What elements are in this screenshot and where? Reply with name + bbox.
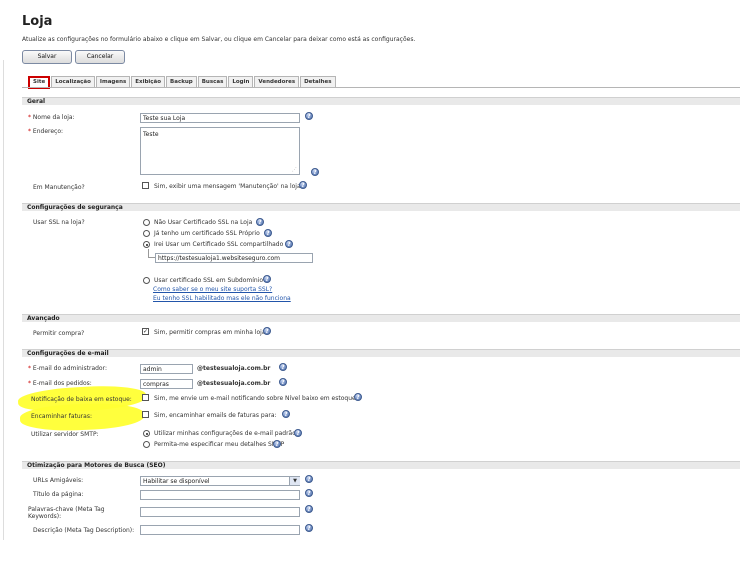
store-name-label: * Nome da loja: <box>28 114 75 121</box>
ssl-own-label: Já tenho um certificado SSL Próprio <box>154 230 260 237</box>
keywords-label: Palavras-chave (Meta Tag Keywords): <box>28 506 105 520</box>
address-textarea[interactable]: Teste <box>140 127 300 175</box>
ssl-own-radio[interactable] <box>143 230 150 237</box>
section-seo: Otimização para Motores de Busca (SEO) <box>22 461 740 469</box>
ssl-none-radio[interactable] <box>143 219 150 226</box>
orders-email-domain: @testesualoja.com.br <box>197 380 271 387</box>
description-label: Descrição (Meta Tag Description): <box>33 527 135 534</box>
help-icon[interactable]: ? <box>256 218 264 226</box>
tab-exibicao[interactable]: Exibição <box>131 76 166 87</box>
help-icon[interactable]: ? <box>263 275 271 283</box>
help-icon[interactable]: ? <box>305 475 313 483</box>
smtp-default-radio[interactable] <box>143 430 150 437</box>
page-left-border <box>3 60 4 540</box>
smtp-default-label: Utilizar minhas configurações de e-mail … <box>154 430 296 437</box>
description-input[interactable] <box>140 525 300 535</box>
smtp-custom-radio[interactable] <box>143 441 150 448</box>
section-security: Configurações de segurança <box>22 203 740 211</box>
page-title-input[interactable] <box>140 490 300 500</box>
maintenance-checkbox[interactable] <box>142 182 149 189</box>
ssl-shared-url-input[interactable]: https://testesualoja1.websiteseguro.com <box>155 253 313 263</box>
admin-email-label: * E-mail do administrador: <box>28 365 107 372</box>
ssl-subdomain-label: Usar certificado SSL em Subdomínio <box>154 277 264 284</box>
help-icon[interactable]: ? <box>263 327 271 335</box>
tab-detalhes[interactable]: Detalhes <box>300 76 336 87</box>
address-label: * Endereço: <box>28 128 64 135</box>
allow-purchase-checkbox[interactable]: ✓ <box>142 328 149 335</box>
help-icon[interactable]: ? <box>305 524 313 532</box>
ssl-subdomain-radio[interactable] <box>143 277 150 284</box>
help-icon[interactable]: ? <box>294 429 302 437</box>
ssl-shared-radio[interactable] <box>143 241 150 248</box>
section-advanced: Avançado <box>22 314 740 322</box>
help-icon[interactable]: ? <box>273 440 281 448</box>
ssl-check-link[interactable]: Como saber se o meu site suporta SSL? <box>153 286 272 293</box>
help-icon[interactable]: ? <box>305 112 313 120</box>
ssl-not-working-link[interactable]: Eu tenho SSL habilitado mas ele não func… <box>153 295 291 302</box>
store-name-input[interactable]: Teste sua Loja <box>140 113 300 123</box>
section-geral: Geral <box>22 97 740 105</box>
maintenance-label: Em Manutenção? <box>33 184 85 191</box>
page-intro: Atualize as configurações no formulário … <box>22 36 416 43</box>
allow-purchase-label: Permitir compra? <box>33 330 85 337</box>
friendly-urls-label: URLs Amigáveis: <box>33 477 84 484</box>
admin-email-domain: @testesualoja.com.br <box>197 365 271 372</box>
tab-imagens[interactable]: Imagens <box>95 76 131 87</box>
help-icon[interactable]: ? <box>264 229 272 237</box>
invoice-label: Encaminhar faturas: <box>31 413 92 420</box>
help-icon[interactable]: ? <box>279 378 287 386</box>
save-button[interactable]: Salvar <box>22 50 72 64</box>
orders-email-input[interactable]: compras <box>140 379 193 389</box>
ssl-none-label: Não Usar Certificado SSL na Loja <box>154 219 253 226</box>
section-email: Configurações de e-mail <box>22 349 740 357</box>
help-icon[interactable]: ? <box>285 240 293 248</box>
tab-localizacao[interactable]: Localização <box>51 76 95 87</box>
low-stock-checkbox[interactable] <box>142 394 149 401</box>
low-stock-label: Notificação de baixa em estoque: <box>31 396 132 403</box>
tab-login[interactable]: Login <box>228 76 254 87</box>
help-icon[interactable]: ? <box>311 168 319 176</box>
page-title-label: Título da página: <box>33 491 84 498</box>
resize-grip-icon[interactable]: ⋰ <box>292 167 297 173</box>
tab-buscas[interactable]: Buscas <box>197 76 228 87</box>
help-icon[interactable]: ? <box>282 410 290 418</box>
page-title: Loja <box>22 14 53 29</box>
low-stock-option-label: Sim, me envie um e-mail notificando sobr… <box>154 395 356 402</box>
help-icon[interactable]: ? <box>305 489 313 497</box>
tab-underline <box>22 87 740 88</box>
admin-email-input[interactable]: admin <box>140 364 193 374</box>
cancel-button[interactable]: Cancelar <box>75 50 125 64</box>
help-icon[interactable]: ? <box>279 363 287 371</box>
help-icon[interactable]: ? <box>354 393 362 401</box>
keywords-input[interactable] <box>140 507 300 517</box>
smtp-label: Utilizar servidor SMTP: <box>31 431 99 438</box>
help-icon[interactable]: ? <box>305 505 313 513</box>
invoice-option-label: Sim, encaminhar emails de faturas para: <box>154 412 277 419</box>
help-icon[interactable]: ? <box>299 181 307 189</box>
invoice-checkbox[interactable] <box>142 411 149 418</box>
tab-backup[interactable]: Backup <box>166 76 197 87</box>
tree-connector <box>148 249 155 258</box>
allow-purchase-option-label: Sim, permitir compras em minha loja <box>154 329 266 336</box>
ssl-shared-label: Irei Usar um Certificado SSL compartilha… <box>154 241 284 248</box>
tab-bar: Site Localização Imagens Exibição Backup… <box>28 76 337 89</box>
chevron-down-icon[interactable]: ▼ <box>289 477 300 485</box>
tab-vendedores[interactable]: Vendedores <box>254 76 300 87</box>
smtp-custom-label: Permita-me especificar meu detalhes SMTP <box>154 441 285 448</box>
friendly-urls-select[interactable]: Habilitar se disponível <box>140 476 300 486</box>
ssl-label: Usar SSL na loja? <box>33 219 85 226</box>
maintenance-option-label: Sim, exibir uma mensagem 'Manutenção' na… <box>154 183 301 190</box>
